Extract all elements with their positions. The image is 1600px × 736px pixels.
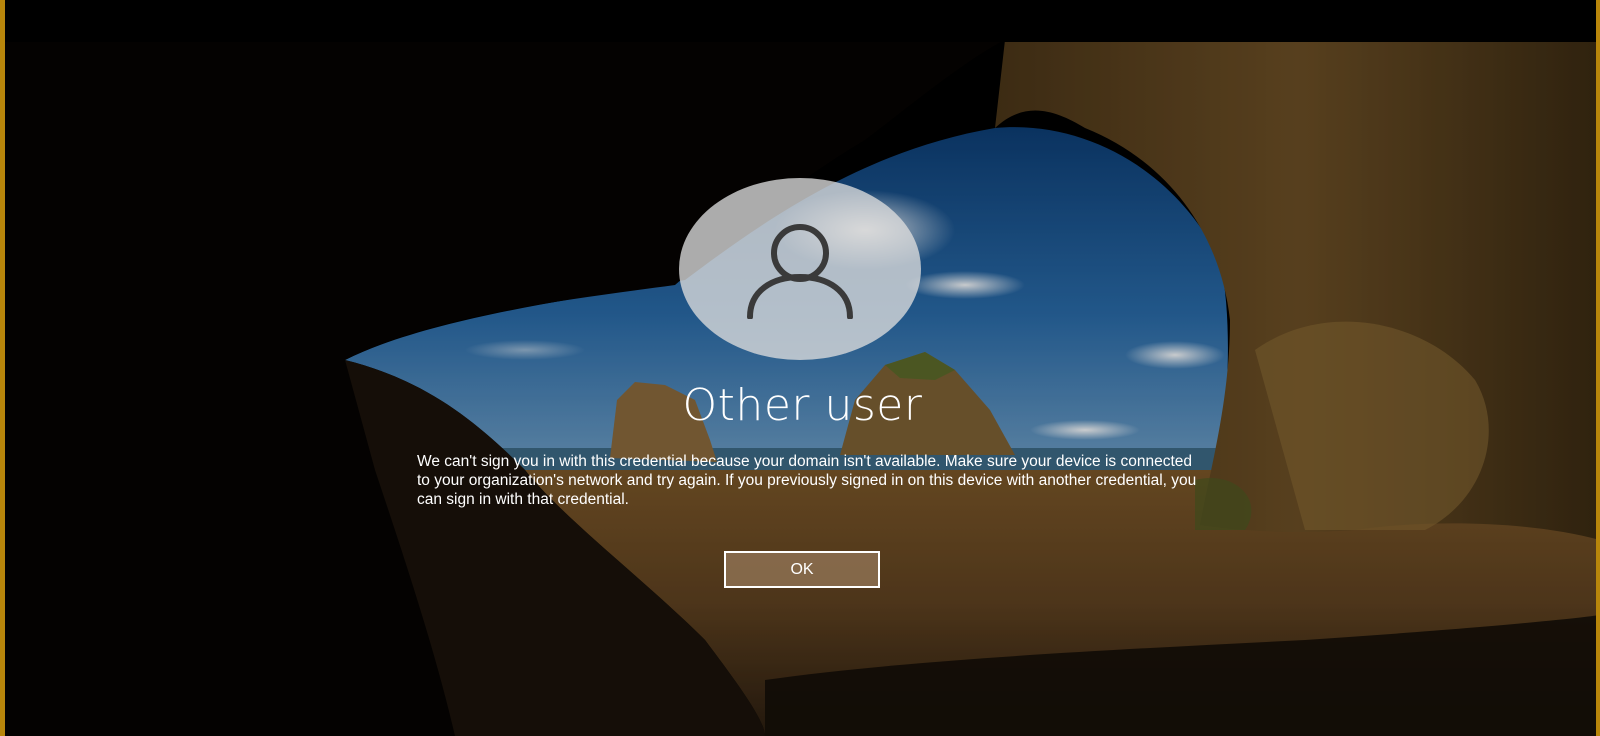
screen-top-band <box>5 0 1600 42</box>
cave-beach-wallpaper <box>5 0 1600 736</box>
lock-screen: Other user We can't sign you in with thi… <box>5 0 1600 736</box>
user-silhouette-icon <box>747 224 853 319</box>
sign-in-error-message: We can't sign you in with this credentia… <box>417 453 1197 508</box>
screen-right-border <box>1596 0 1600 736</box>
user-name: Other user <box>682 380 923 431</box>
user-avatar <box>679 178 921 360</box>
ok-button[interactable]: OK <box>724 551 880 588</box>
